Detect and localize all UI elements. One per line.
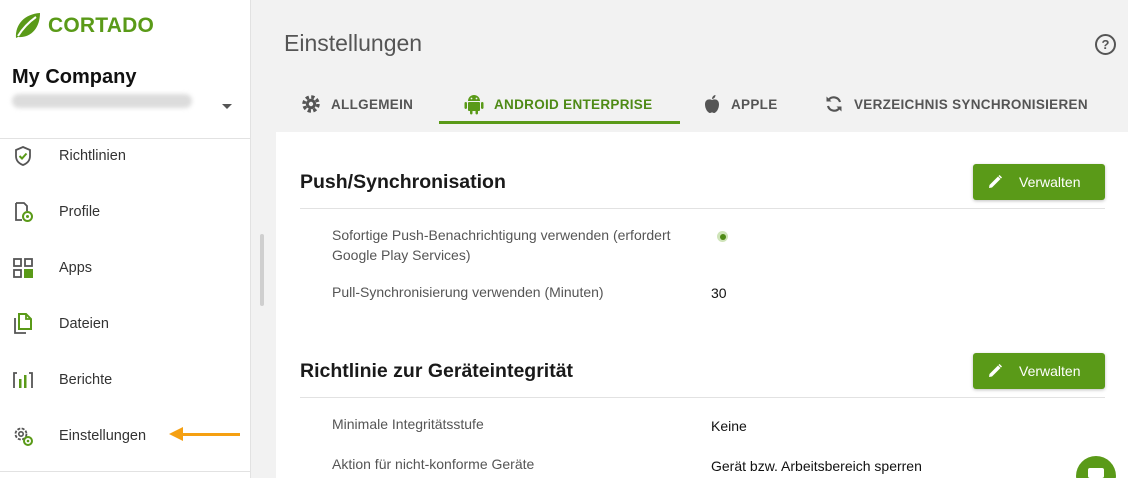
- sync-icon: [824, 94, 844, 114]
- apple-icon: [703, 94, 721, 114]
- section-title-device-integrity: Richtlinie zur Geräteintegrität: [300, 360, 574, 382]
- reports-chart-icon: [12, 369, 34, 391]
- tab-apple[interactable]: APPLE: [703, 84, 778, 124]
- sidebar: CORTADO My Company Richtlinien Profile A…: [0, 0, 251, 478]
- pull-sync-value: 30: [711, 285, 727, 301]
- noncompliant-action-label: Aktion für nicht-konforme Geräte: [332, 456, 535, 472]
- help-icon[interactable]: ?: [1095, 34, 1116, 55]
- apps-grid-icon: [12, 257, 34, 279]
- tab-label: APPLE: [731, 96, 778, 112]
- shield-check-icon: [12, 145, 34, 167]
- button-label: Verwalten: [1019, 363, 1081, 379]
- instant-push-status-indicator: [717, 231, 728, 242]
- tab-label: VERZEICHNIS SYNCHRONISIEREN: [854, 96, 1088, 112]
- min-integrity-label: Minimale Integritätsstufe: [332, 416, 484, 432]
- sidebar-item-label: Berichte: [59, 372, 113, 388]
- button-label: Verwalten: [1019, 174, 1081, 190]
- noncompliant-action-value: Gerät bzw. Arbeitsbereich sperren: [711, 458, 922, 474]
- gear-icon: [301, 94, 321, 114]
- page-title: Einstellungen: [284, 30, 423, 56]
- gear-icon: [12, 425, 34, 447]
- files-icon: [12, 313, 34, 335]
- sidebar-item-richtlinien[interactable]: Richtlinien: [0, 136, 250, 176]
- active-tab-indicator: [439, 121, 680, 124]
- device-integrity-manage-button[interactable]: Verwalten: [973, 353, 1105, 389]
- sidebar-item-apps[interactable]: Apps: [0, 248, 250, 288]
- sidebar-item-label: Einstellungen: [59, 428, 147, 444]
- tab-allgemein[interactable]: ALLGEMEIN: [301, 84, 413, 124]
- sidebar-item-dateien[interactable]: Dateien: [0, 304, 250, 344]
- sidebar-item-label: Richtlinien: [59, 148, 126, 164]
- tab-label: ALLGEMEIN: [331, 96, 414, 112]
- profile-document-icon: [12, 201, 34, 223]
- tab-label: ANDROID ENTERPRISE: [494, 96, 653, 112]
- tab-android-enterprise[interactable]: ANDROID ENTERPRISE: [464, 84, 652, 124]
- leaf-icon: [15, 13, 40, 38]
- instant-push-label: Sofortige Push-Benachrichtigung verwende…: [332, 227, 671, 263]
- company-name: My Company: [12, 66, 137, 88]
- section-title-push-sync: Push/Synchronisation: [300, 171, 506, 193]
- pull-sync-label: Pull-Synchronisierung verwenden (Minuten…: [332, 284, 604, 300]
- sidebar-item-label: Profile: [59, 204, 101, 220]
- push-sync-manage-button[interactable]: Verwalten: [973, 164, 1105, 200]
- sidebar-item-berichte[interactable]: Berichte: [0, 360, 250, 400]
- sidebar-scrollbar[interactable]: [260, 234, 264, 306]
- android-icon: [464, 93, 484, 115]
- sidebar-item-label: Apps: [59, 260, 93, 276]
- account-email-redacted: [12, 94, 192, 108]
- section-divider: [300, 397, 1105, 398]
- section-divider: [300, 208, 1105, 209]
- annotation-arrow-left: [169, 427, 240, 441]
- sidebar-item-profile[interactable]: Profile: [0, 192, 250, 232]
- brand-name: CORTADO: [48, 14, 155, 37]
- sidebar-item-label: Dateien: [59, 316, 109, 332]
- min-integrity-value: Keine: [711, 418, 747, 434]
- pencil-icon: [987, 174, 1003, 193]
- sidebar-divider: [0, 471, 251, 472]
- tab-verzeichnis-synchronisieren[interactable]: VERZEICHNIS SYNCHRONISIEREN: [824, 84, 1088, 124]
- brand-logo[interactable]: CORTADO: [11, 10, 154, 42]
- pencil-icon: [987, 363, 1003, 382]
- sidebar-item-einstellungen[interactable]: Einstellungen: [0, 416, 250, 456]
- account-dropdown-chevron-icon[interactable]: [222, 104, 232, 109]
